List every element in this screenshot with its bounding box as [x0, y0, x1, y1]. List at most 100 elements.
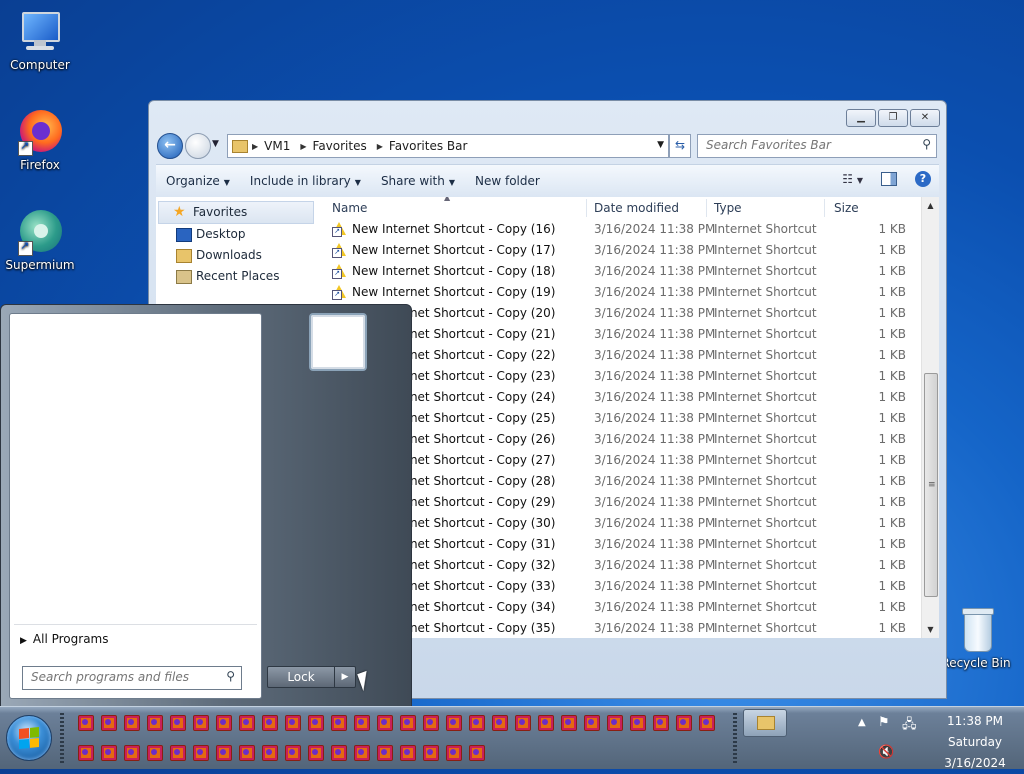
- desktop-icon-computer[interactable]: Computer: [0, 8, 80, 72]
- table-row[interactable]: ↗New Internet Shortcut - Copy (22)3/16/2…: [324, 345, 922, 366]
- pinned-app-icon[interactable]: [676, 715, 692, 731]
- pinned-app-icon[interactable]: [400, 715, 416, 731]
- pinned-app-icon[interactable]: [469, 745, 485, 761]
- table-row[interactable]: ↗New Internet Shortcut - Copy (26)3/16/2…: [324, 429, 922, 450]
- table-row[interactable]: ↗New Internet Shortcut - Copy (27)3/16/2…: [324, 450, 922, 471]
- pinned-app-icon[interactable]: [193, 745, 209, 761]
- desktop-icon-firefox[interactable]: Firefox: [0, 108, 80, 172]
- pinned-app-icon[interactable]: [354, 715, 370, 731]
- pinned-app-icon[interactable]: [423, 715, 439, 731]
- pinned-app-icon[interactable]: [653, 715, 669, 731]
- search-icon[interactable]: ⚲: [922, 137, 931, 151]
- table-row[interactable]: ↗ New Internet Shortcut - Copy (19) 3/16/2…: [324, 282, 922, 303]
- table-row[interactable]: ↗New Internet Shortcut - Copy (24)3/16/2…: [324, 387, 922, 408]
- pinned-app-icon[interactable]: [308, 715, 324, 731]
- breadcrumb-favorites[interactable]: Favorites: [313, 139, 367, 153]
- pinned-app-icon[interactable]: [78, 715, 94, 731]
- pinned-app-icon[interactable]: [147, 715, 163, 731]
- pinned-app-icon[interactable]: [170, 745, 186, 761]
- table-row[interactable]: ↗New Internet Shortcut - Copy (21)3/16/2…: [324, 324, 922, 345]
- scroll-up-icon[interactable]: ▲: [922, 197, 939, 214]
- network-icon[interactable]: 🖧: [902, 715, 917, 737]
- pinned-app-icon[interactable]: [699, 715, 715, 731]
- address-dropdown-icon[interactable]: ▼: [657, 140, 664, 150]
- table-row[interactable]: ↗New Internet Shortcut - Copy (33)3/16/2…: [324, 576, 922, 597]
- start-search-input[interactable]: [23, 667, 225, 687]
- start-button[interactable]: [6, 715, 52, 761]
- pinned-app-icon[interactable]: [630, 715, 646, 731]
- pinned-app-icon[interactable]: [262, 715, 278, 731]
- share-with-button[interactable]: Share with ▼: [371, 174, 465, 188]
- pinned-app-icon[interactable]: [331, 745, 347, 761]
- new-folder-button[interactable]: New folder: [465, 174, 550, 188]
- taskbar-grip[interactable]: [60, 713, 64, 763]
- pinned-app-icon[interactable]: [216, 745, 232, 761]
- close-button[interactable]: ✕: [910, 109, 940, 127]
- pinned-app-icon[interactable]: [101, 745, 117, 761]
- navpane-item-desktop[interactable]: Desktop: [156, 224, 316, 245]
- column-header-type[interactable]: Type: [714, 201, 742, 215]
- pinned-app-icon[interactable]: [308, 745, 324, 761]
- pinned-app-icon[interactable]: [469, 715, 485, 731]
- column-divider[interactable]: [586, 199, 587, 217]
- taskbar-grip[interactable]: [733, 713, 737, 763]
- search-input[interactable]: [698, 135, 914, 155]
- column-header-size[interactable]: Size: [834, 201, 859, 215]
- column-header-date-modified[interactable]: Date modified: [594, 201, 679, 215]
- lock-button[interactable]: Lock: [267, 666, 335, 688]
- clock[interactable]: 11:38 PM Saturday 3/16/2024: [930, 711, 1020, 774]
- table-row[interactable]: ↗New Internet Shortcut - Copy (23)3/16/2…: [324, 366, 922, 387]
- pinned-app-icon[interactable]: [492, 715, 508, 731]
- preview-pane-button[interactable]: [881, 172, 897, 186]
- table-row[interactable]: ↗New Internet Shortcut - Copy (35)3/16/2…: [324, 618, 922, 638]
- action-center-flag-icon[interactable]: ⚑: [878, 715, 890, 730]
- desktop-icon-recycle-bin[interactable]: Recycle Bin: [936, 606, 1016, 670]
- pinned-app-icon[interactable]: [101, 715, 117, 731]
- pinned-app-icon[interactable]: [78, 745, 94, 761]
- table-row[interactable]: ↗New Internet Shortcut - Copy (30)3/16/2…: [324, 513, 922, 534]
- pinned-app-icon[interactable]: [354, 745, 370, 761]
- pinned-app-icon[interactable]: [239, 715, 255, 731]
- taskbar-explorer-button[interactable]: [743, 709, 787, 737]
- desktop-icon-supermium[interactable]: Supermium: [0, 208, 80, 272]
- include-in-library-button[interactable]: Include in library ▼: [240, 174, 371, 188]
- pinned-app-icon[interactable]: [561, 715, 577, 731]
- forward-button[interactable]: [185, 133, 211, 159]
- pinned-app-icon[interactable]: [538, 715, 554, 731]
- scroll-down-icon[interactable]: ▼: [922, 621, 939, 638]
- table-row[interactable]: ↗New Internet Shortcut - Copy (28)3/16/2…: [324, 471, 922, 492]
- pinned-app-icon[interactable]: [400, 745, 416, 761]
- table-row[interactable]: ↗New Internet Shortcut - Copy (32)3/16/2…: [324, 555, 922, 576]
- pinned-app-icon[interactable]: [515, 715, 531, 731]
- pinned-app-icon[interactable]: [377, 745, 393, 761]
- organize-button[interactable]: Organize ▼: [156, 174, 240, 188]
- search-icon[interactable]: ⚲: [226, 669, 235, 683]
- refresh-button[interactable]: ⇆: [669, 134, 691, 158]
- pinned-app-icon[interactable]: [124, 715, 140, 731]
- pinned-app-icon[interactable]: [285, 745, 301, 761]
- navpane-item-downloads[interactable]: Downloads: [156, 245, 316, 266]
- file-name[interactable]: ↗ New Internet Shortcut - Copy (18): [332, 261, 555, 282]
- pinned-app-icon[interactable]: [584, 715, 600, 731]
- navpane-item-recent-places[interactable]: Recent Places: [156, 266, 316, 287]
- pinned-app-icon[interactable]: [446, 745, 462, 761]
- file-name[interactable]: ↗ New Internet Shortcut - Copy (17): [332, 240, 555, 261]
- file-name[interactable]: ↗ New Internet Shortcut - Copy (19): [332, 282, 555, 303]
- shutdown-options-button[interactable]: ▶: [334, 666, 356, 688]
- table-row[interactable]: ↗New Internet Shortcut - Copy (25)3/16/2…: [324, 408, 922, 429]
- pinned-app-icon[interactable]: [377, 715, 393, 731]
- pinned-app-icon[interactable]: [170, 715, 186, 731]
- pinned-app-icon[interactable]: [124, 745, 140, 761]
- pinned-app-icon[interactable]: [147, 745, 163, 761]
- restore-button[interactable]: ❐: [878, 109, 908, 127]
- scrollbar-thumb[interactable]: ≡: [924, 373, 938, 597]
- minimize-button[interactable]: ▁: [846, 109, 876, 127]
- breadcrumb-favorites-bar[interactable]: Favorites Bar: [389, 139, 468, 153]
- table-row[interactable]: ↗New Internet Shortcut - Copy (31)3/16/2…: [324, 534, 922, 555]
- table-row[interactable]: ↗ New Internet Shortcut - Copy (16) 3/16/2…: [324, 219, 922, 240]
- recent-pages-dropdown[interactable]: ▼: [212, 139, 219, 149]
- pinned-app-icon[interactable]: [216, 715, 232, 731]
- pinned-app-icon[interactable]: [423, 745, 439, 761]
- table-row[interactable]: ↗ New Internet Shortcut - Copy (17) 3/16/2…: [324, 240, 922, 261]
- volume-muted-icon[interactable]: 🔇: [878, 745, 894, 760]
